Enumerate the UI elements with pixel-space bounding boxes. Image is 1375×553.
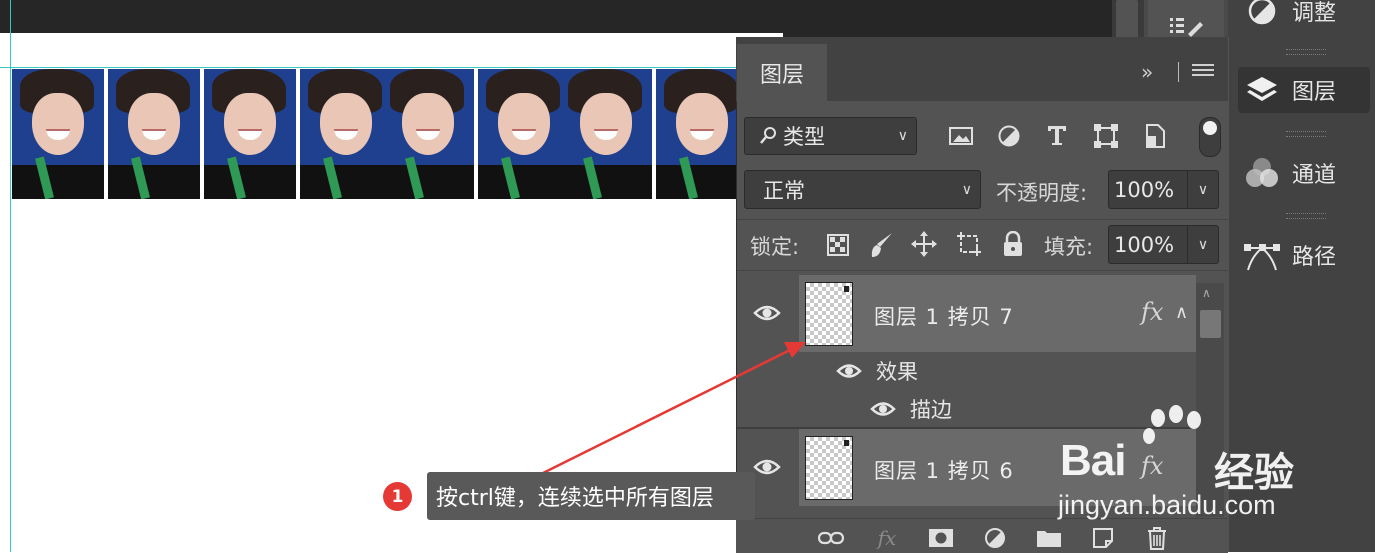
- portrait-photo: [204, 69, 296, 199]
- chevron-down-icon: ∨: [961, 181, 972, 198]
- type-filter-icon[interactable]: [1044, 121, 1070, 149]
- layer-thumbnail[interactable]: [805, 282, 853, 346]
- blend-mode-value: 正常: [763, 178, 805, 203]
- canvas-scrollbar-thumb[interactable]: [1116, 0, 1138, 40]
- chevron-down-icon: ∨: [1197, 236, 1209, 253]
- dock-paths-button[interactable]: 路径: [1232, 232, 1375, 278]
- dock-layers-label: 图层: [1292, 80, 1337, 105]
- dock-adjustments-label: 调整: [1292, 1, 1337, 26]
- channels-icon: [1232, 156, 1292, 190]
- lock-label: 锁定:: [750, 235, 800, 259]
- watermark-brand: Bai: [1060, 436, 1126, 485]
- chevron-down-icon: ∨: [1197, 181, 1209, 198]
- search-icon: [759, 126, 777, 146]
- new-group-folder-icon[interactable]: [1036, 526, 1062, 550]
- shape-filter-icon[interactable]: [1092, 122, 1120, 150]
- paths-icon: [1232, 238, 1292, 272]
- lock-all-icon[interactable]: [999, 229, 1027, 259]
- opacity-label: 不透明度:: [996, 181, 1088, 205]
- stroke-effect-label[interactable]: 描边: [910, 394, 952, 424]
- scroll-up-arrow-icon[interactable]: ∧: [1202, 286, 1211, 300]
- annotation-step-badge: 1: [383, 482, 412, 511]
- visibility-eye-icon[interactable]: [753, 457, 781, 481]
- image-filter-icon[interactable]: [948, 123, 974, 149]
- new-adjustment-layer-icon[interactable]: [982, 526, 1008, 550]
- adjustments-icon: [1232, 0, 1292, 26]
- panel-menu-icon[interactable]: [1192, 64, 1214, 78]
- dock-channels-button[interactable]: 通道: [1232, 150, 1375, 196]
- horizontal-guide[interactable]: [0, 67, 740, 68]
- divider: [737, 270, 1228, 271]
- portrait-photo: [478, 69, 570, 199]
- portrait-photo: [656, 69, 736, 199]
- layers-icon: [1232, 75, 1292, 105]
- add-layer-style-fx-icon[interactable]: fx: [874, 526, 900, 550]
- lock-position-icon[interactable]: [909, 229, 939, 259]
- layer-filter-select[interactable]: 类型 ∨: [744, 117, 917, 155]
- vertical-guide[interactable]: [10, 0, 11, 552]
- layer-effects-fx-icon[interactable]: fx: [1141, 298, 1163, 326]
- layer-list-scrollbar-thumb[interactable]: [1200, 310, 1221, 338]
- dock-paths-label: 路径: [1292, 245, 1337, 270]
- lock-image-pixels-icon[interactable]: [867, 230, 895, 260]
- annotation-tooltip: 按ctrl键，连续选中所有图层: [427, 472, 755, 520]
- smart-object-filter-icon[interactable]: [1142, 121, 1168, 151]
- portrait-photo: [108, 69, 200, 199]
- document-tab-bar: [0, 0, 1112, 33]
- properties-panel-icon[interactable]: [1148, 0, 1224, 40]
- lock-artboard-icon[interactable]: [954, 229, 984, 259]
- divider: [737, 219, 1228, 220]
- opacity-dropdown-button[interactable]: ∨: [1187, 170, 1219, 209]
- layer-filter-label: 类型: [783, 125, 825, 149]
- dock-grip[interactable]: [1286, 213, 1326, 219]
- dock-grip[interactable]: [1286, 131, 1326, 137]
- fill-label: 填充:: [1044, 235, 1094, 259]
- new-layer-icon[interactable]: [1090, 526, 1116, 550]
- visibility-eye-icon[interactable]: [753, 303, 781, 327]
- layer-name[interactable]: 图层 1 拷贝 7: [874, 301, 1014, 331]
- layer-thumbnail[interactable]: [805, 436, 853, 500]
- portrait-photo: [12, 69, 104, 199]
- opacity-input[interactable]: 100%: [1108, 170, 1188, 209]
- blend-mode-select[interactable]: 正常 ∨: [744, 170, 981, 209]
- stroke-visibility-eye-icon[interactable]: [870, 400, 896, 422]
- tab-layers[interactable]: 图层: [737, 44, 827, 101]
- fill-dropdown-button[interactable]: ∨: [1187, 225, 1219, 264]
- filter-toggle-switch[interactable]: [1199, 117, 1221, 157]
- baidu-paw-watermark-icon: [1143, 405, 1201, 444]
- delete-layer-trash-icon[interactable]: [1144, 526, 1170, 550]
- dock-grip[interactable]: [1286, 49, 1326, 55]
- dock-layers-button[interactable]: 图层: [1232, 67, 1375, 113]
- collapse-panel-arrows[interactable]: »: [1141, 60, 1153, 84]
- portrait-photo: [382, 69, 474, 199]
- layer-effects-fx-icon[interactable]: fx: [1141, 452, 1163, 480]
- add-mask-icon[interactable]: [928, 526, 954, 550]
- properties-icon: [1170, 18, 1203, 37]
- watermark-url: jingyan.baidu.com: [1058, 490, 1276, 520]
- adjustment-filter-icon[interactable]: [996, 123, 1022, 149]
- portrait-photo: [300, 69, 392, 199]
- dock-adjustments-button[interactable]: 调整: [1232, 0, 1375, 34]
- effects-label: 效果: [876, 360, 918, 384]
- fill-input[interactable]: 100%: [1108, 225, 1188, 264]
- link-layers-icon[interactable]: [818, 526, 844, 550]
- dock-channels-label: 通道: [1292, 163, 1337, 188]
- effects-visibility-eye-icon[interactable]: [836, 362, 862, 384]
- lock-transparent-pixels-icon[interactable]: [825, 232, 851, 258]
- portrait-photo: [560, 69, 652, 199]
- chevron-down-icon: ∨: [897, 128, 908, 144]
- tab-separator: [1178, 62, 1179, 82]
- collapse-effects-chevron-icon[interactable]: ∧: [1175, 302, 1188, 323]
- layer-name[interactable]: 图层 1 拷贝 6: [874, 455, 1014, 485]
